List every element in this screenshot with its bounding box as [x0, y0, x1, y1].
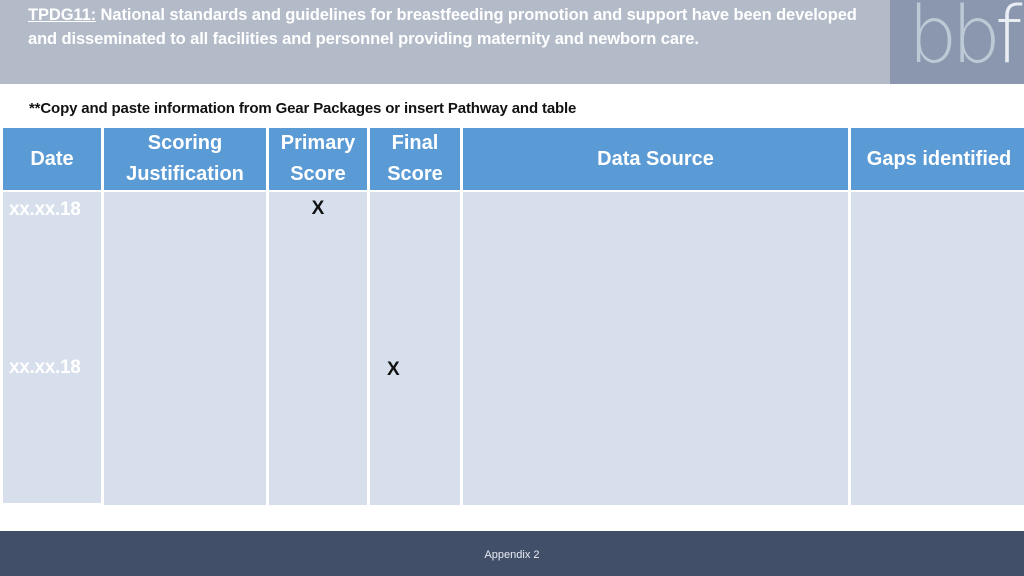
final-score-mark: X: [387, 359, 400, 380]
indicator-description: National standards and guidelines for br…: [28, 6, 857, 49]
slide-footer-bar: Appendix 2: [0, 531, 1024, 576]
logo-mark-secondary: f: [995, 0, 1023, 81]
column-header-final-score: Final Score: [368, 128, 461, 192]
column-header-scoring-justification: Scoring Justification: [102, 128, 267, 192]
cell-gaps-identified[interactable]: [849, 192, 1024, 505]
table-row: xx.xx.18 xx.xx.18 X X: [3, 192, 1024, 505]
instruction-note: **Copy and paste information from Gear P…: [29, 100, 577, 117]
bbf-logo-icon: bbf: [908, 0, 1023, 84]
footer-appendix-label: Appendix 2: [484, 549, 540, 561]
cell-primary-score[interactable]: X: [267, 192, 368, 505]
logo-mark-primary: bb: [908, 0, 1001, 81]
table-body: xx.xx.18 xx.xx.18 X X: [3, 192, 1024, 505]
column-header-date: Date: [3, 128, 102, 192]
logo-panel: bbf: [890, 0, 1024, 84]
table-header-row: Date Scoring Justification Primary Score…: [3, 128, 1024, 192]
cell-data-source[interactable]: [461, 192, 849, 505]
column-header-gaps-identified: Gaps identified: [849, 128, 1024, 192]
indicator-statement: TPDG11: National standards and guideline…: [28, 3, 858, 51]
primary-score-mark: X: [311, 198, 325, 219]
scoring-table: Date Scoring Justification Primary Score…: [3, 128, 1024, 505]
date-value-row-1: xx.xx.18: [9, 199, 81, 220]
cell-date-column[interactable]: xx.xx.18 xx.xx.18: [3, 192, 102, 505]
slide-header-banner: TPDG11: National standards and guideline…: [0, 0, 1024, 84]
date-value-row-2: xx.xx.18: [9, 357, 81, 378]
table-header: Date Scoring Justification Primary Score…: [3, 128, 1024, 192]
column-header-primary-score: Primary Score: [267, 128, 368, 192]
cell-scoring-justification[interactable]: [102, 192, 267, 505]
cell-final-score[interactable]: X: [368, 192, 461, 505]
indicator-code: TPDG11:: [28, 6, 97, 24]
column-header-data-source: Data Source: [461, 128, 849, 192]
